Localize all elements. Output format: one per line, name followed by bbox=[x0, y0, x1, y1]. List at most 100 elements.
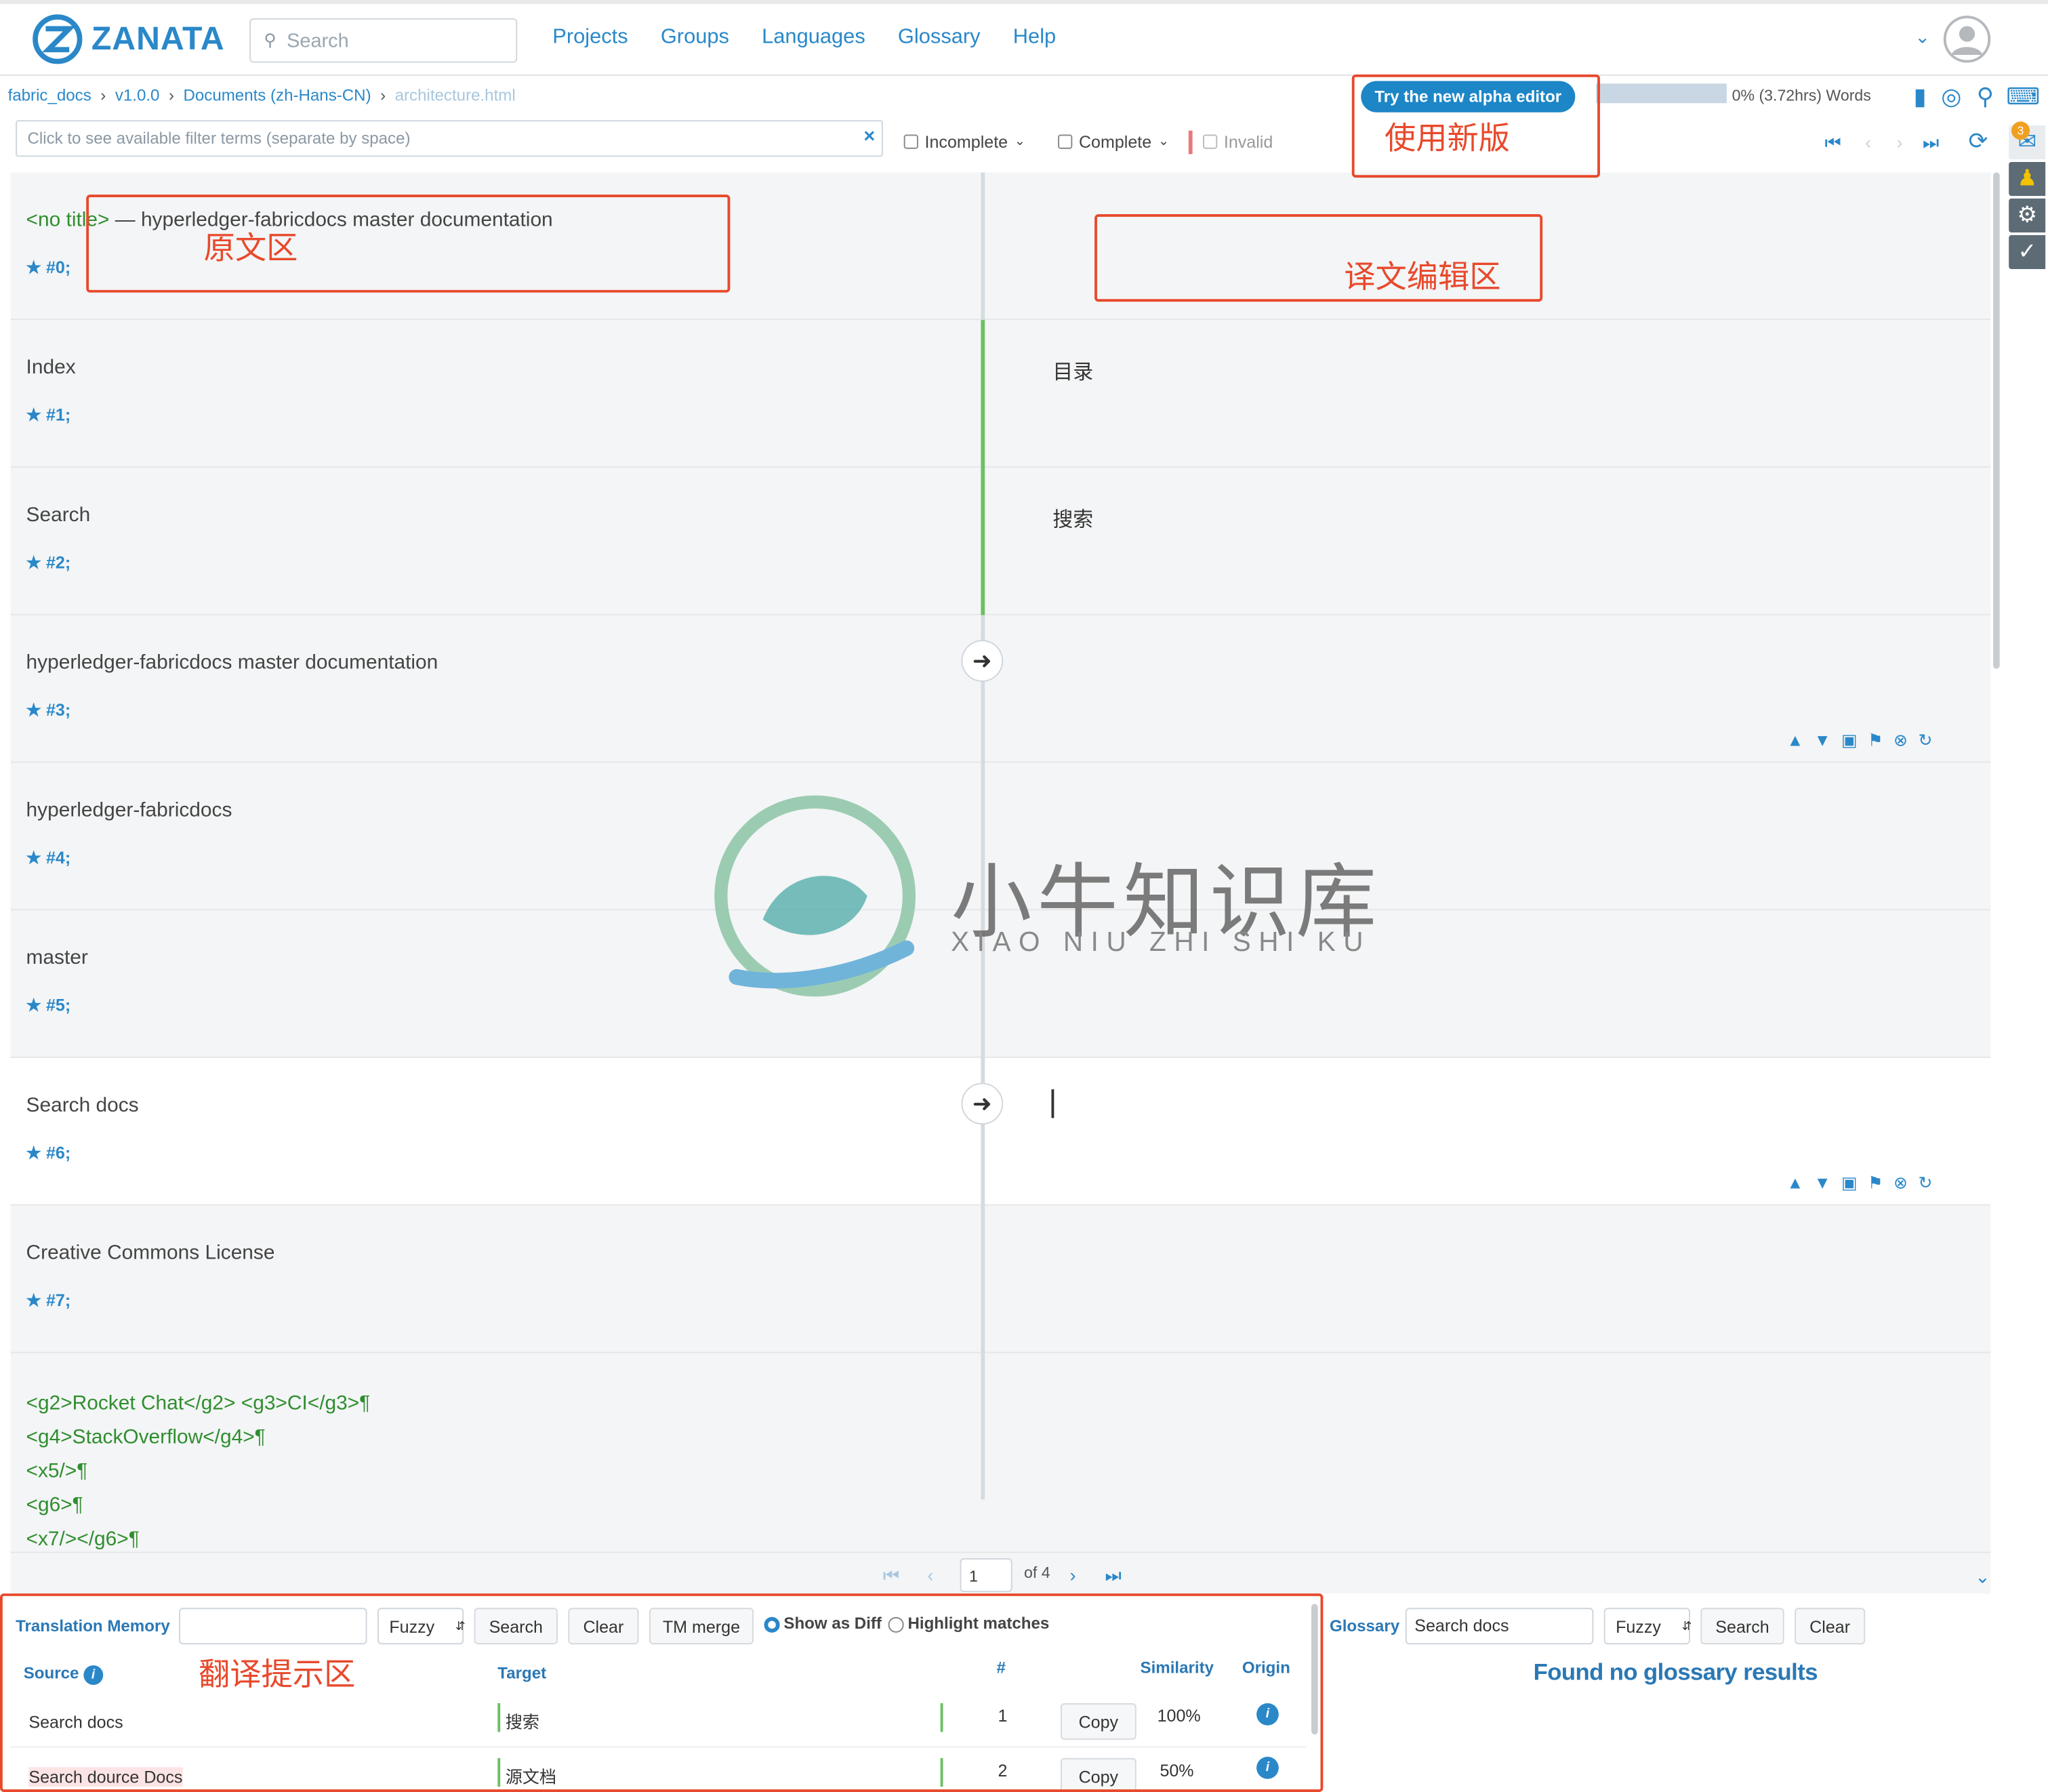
translation-row[interactable]: hyperledger-fabricdocs master documentat… bbox=[10, 615, 1991, 763]
source-text[interactable]: master bbox=[26, 947, 88, 971]
star-icon[interactable]: ★ bbox=[26, 405, 41, 424]
save-icon[interactable]: ▣ bbox=[1841, 730, 1858, 751]
copy-source-arrow-icon[interactable]: ➜ bbox=[961, 640, 1004, 682]
star-icon[interactable]: ★ bbox=[26, 1143, 41, 1162]
row-actions: ▲ ▼ ▣ ⚑ ⊗ ↻ bbox=[1787, 730, 1933, 751]
watermark-logo-icon bbox=[714, 795, 916, 997]
glossary-search-button[interactable]: Search bbox=[1700, 1608, 1784, 1645]
row-divider bbox=[981, 172, 985, 321]
cancel-icon[interactable]: ⊗ bbox=[1893, 730, 1908, 751]
source-text[interactable]: Search docs bbox=[26, 1095, 139, 1118]
translation-row[interactable]: Creative Commons License ★ #7; bbox=[10, 1205, 1991, 1353]
chevron-down-icon[interactable]: ⌄ bbox=[1158, 134, 1169, 148]
keyboard-icon[interactable]: ⌨ bbox=[2006, 83, 2040, 110]
star-icon[interactable]: ★ bbox=[26, 848, 41, 868]
chevron-down-icon[interactable]: ⌄ bbox=[1015, 134, 1025, 148]
filter-invalid[interactable]: Invalid bbox=[1203, 132, 1273, 152]
thumbs-down-icon[interactable]: ▼ bbox=[1814, 1173, 1831, 1194]
annotation-source-area: 原文区 bbox=[203, 231, 298, 267]
first-row-icon[interactable]: ⏮ bbox=[1824, 132, 1841, 155]
source-text[interactable]: hyperledger-fabricdocs bbox=[26, 799, 232, 823]
check-icon[interactable]: ✓ bbox=[2009, 235, 2046, 269]
nav-languages[interactable]: Languages bbox=[762, 26, 865, 50]
flag-icon[interactable]: ⚑ bbox=[1868, 1173, 1883, 1194]
target-text[interactable]: 目录 bbox=[1052, 357, 1093, 385]
collapse-chevron-icon[interactable]: ⌄ bbox=[1975, 1566, 1990, 1589]
page-input[interactable]: 1 bbox=[960, 1558, 1012, 1593]
global-search-input[interactable]: ⚲ Search bbox=[249, 18, 518, 63]
row-id: ★ #5; bbox=[26, 995, 71, 1016]
glossary-search-input[interactable]: Search docs bbox=[1405, 1608, 1594, 1645]
page-count: of 4 bbox=[1024, 1563, 1050, 1582]
breadcrumb-separator: › bbox=[380, 86, 386, 105]
grid-scrollbar[interactable] bbox=[1993, 172, 2000, 669]
row-id-label: #0; bbox=[45, 257, 71, 277]
history-icon[interactable]: ↻ bbox=[1918, 730, 1932, 751]
source-text[interactable]: <g2>Rocket Chat</g2> <g3>CI</g3>¶ <g4>St… bbox=[26, 1387, 371, 1552]
nav-glossary[interactable]: Glossary bbox=[898, 26, 981, 50]
users-icon[interactable]: ♟ bbox=[2009, 161, 2046, 197]
translation-row[interactable]: Index ★ #1; 目录 bbox=[10, 320, 1991, 468]
source-text[interactable]: Creative Commons License bbox=[26, 1242, 275, 1266]
source-text[interactable]: Index bbox=[26, 357, 76, 380]
search-icon[interactable]: ⚲ bbox=[1972, 83, 1999, 110]
cancel-icon[interactable]: ⊗ bbox=[1893, 1173, 1908, 1194]
prev-row-icon[interactable]: ‹ bbox=[1865, 132, 1871, 153]
source-text[interactable]: hyperledger-fabricdocs master documentat… bbox=[26, 652, 438, 676]
translation-row[interactable]: <g2>Rocket Chat</g2> <g3>CI</g3>¶ <g4>St… bbox=[10, 1353, 1990, 1551]
checkbox[interactable] bbox=[1058, 134, 1073, 149]
history-icon[interactable]: ↻ bbox=[1918, 1173, 1932, 1194]
breadcrumb-version[interactable]: v1.0.0 bbox=[115, 86, 160, 104]
flag-icon[interactable]: ⚑ bbox=[1868, 730, 1883, 751]
checkbox[interactable] bbox=[1203, 134, 1218, 149]
last-page-icon[interactable]: ⏭ bbox=[1105, 1565, 1121, 1587]
gear-icon[interactable]: ⚙ bbox=[2009, 198, 2046, 233]
nav-help[interactable]: Help bbox=[1013, 26, 1056, 50]
last-row-icon[interactable]: ⏭ bbox=[1923, 132, 1939, 155]
glossary-clear-button[interactable]: Clear bbox=[1795, 1608, 1866, 1645]
main-nav: Projects Groups Languages Glossary Help bbox=[552, 26, 1056, 50]
breadcrumb-project[interactable]: fabric_docs bbox=[8, 86, 91, 104]
translation-row[interactable]: Search ★ #2; 搜索 bbox=[10, 467, 1991, 615]
filter-incomplete[interactable]: Incomplete ⌄ bbox=[903, 132, 1025, 152]
row-id-label: #2; bbox=[45, 552, 71, 573]
save-icon[interactable]: ▣ bbox=[1841, 1173, 1858, 1194]
translation-row-selected[interactable]: Search docs ★ #6; ➜ ▲ ▼ ▣ ⚑ ⊗ ↻ bbox=[10, 1057, 1991, 1206]
star-icon[interactable]: ★ bbox=[26, 1290, 41, 1310]
row-id: ★ #4; bbox=[26, 848, 71, 869]
row-id-label: #5; bbox=[45, 995, 71, 1015]
document-icon[interactable]: ▮ bbox=[1907, 83, 1933, 110]
globe-icon[interactable]: ◎ bbox=[1938, 83, 1965, 110]
star-icon[interactable]: ★ bbox=[26, 552, 41, 572]
next-page-icon[interactable]: › bbox=[1069, 1565, 1076, 1586]
filter-complete[interactable]: Complete ⌄ bbox=[1058, 132, 1169, 152]
thumbs-up-icon[interactable]: ▲ bbox=[1787, 1173, 1804, 1194]
row-divider bbox=[981, 1057, 985, 1206]
chevron-down-icon[interactable]: ⌄ bbox=[1914, 26, 1930, 49]
clear-filter-icon[interactable]: × bbox=[863, 125, 875, 148]
thumbs-down-icon[interactable]: ▼ bbox=[1814, 730, 1831, 751]
nav-projects[interactable]: Projects bbox=[552, 26, 628, 50]
target-text[interactable]: 搜索 bbox=[1052, 504, 1093, 533]
star-icon[interactable]: ★ bbox=[26, 700, 41, 720]
prev-page-icon[interactable]: ‹ bbox=[927, 1565, 933, 1586]
copy-source-arrow-icon[interactable]: ➜ bbox=[961, 1082, 1004, 1125]
refresh-icon[interactable]: ⟳ bbox=[1968, 128, 1988, 155]
nav-groups[interactable]: Groups bbox=[661, 26, 729, 50]
search-icon: ⚲ bbox=[264, 30, 277, 50]
source-text[interactable]: Search bbox=[26, 504, 91, 528]
avatar[interactable] bbox=[1943, 16, 1991, 63]
breadcrumb-documents[interactable]: Documents (zh-Hans-CN) bbox=[183, 86, 371, 104]
filter-complete-label: Complete bbox=[1078, 131, 1152, 152]
star-icon[interactable]: ★ bbox=[26, 258, 41, 277]
zanata-logo[interactable]: ZANATA bbox=[31, 13, 224, 65]
row-status-translated bbox=[981, 320, 985, 468]
checkbox[interactable] bbox=[903, 134, 918, 149]
first-page-icon[interactable]: ⏮ bbox=[883, 1565, 899, 1587]
thumbs-up-icon[interactable]: ▲ bbox=[1787, 730, 1804, 751]
notification-count: 3 bbox=[2011, 121, 2030, 140]
filter-input[interactable]: Click to see available filter terms (sep… bbox=[16, 120, 883, 157]
star-icon[interactable]: ★ bbox=[26, 995, 41, 1015]
glossary-mode-select[interactable]: Fuzzy ⇵ bbox=[1603, 1608, 1692, 1645]
next-row-icon[interactable]: › bbox=[1896, 132, 1902, 153]
